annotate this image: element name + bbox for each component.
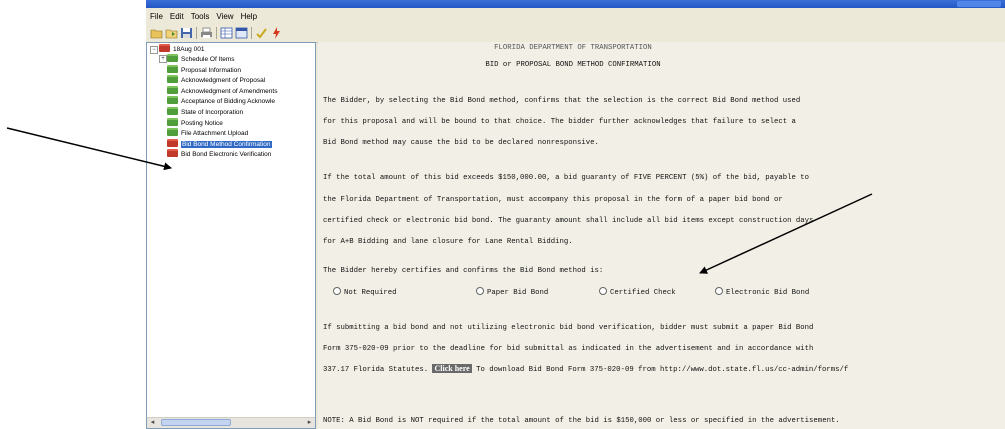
check-icon[interactable]: [255, 27, 268, 39]
folder-icon: [167, 117, 178, 126]
tree-item-label: Acknowledgment of Amendments: [181, 87, 278, 95]
radio-icon: [599, 287, 607, 295]
tree-item[interactable]: Bid Bond Method Confirmation: [167, 138, 272, 149]
tree-item-label: Posting Notice: [181, 119, 223, 127]
radio-electronic-bid-bond[interactable]: Electronic Bid Bond: [715, 287, 809, 297]
window-controls[interactable]: [957, 1, 1001, 7]
paragraph-line: The Bidder, by selecting the Bid Bond me…: [323, 97, 801, 105]
tree-item-label: Schedule Of Items: [181, 56, 235, 63]
scroll-left-icon[interactable]: ◂: [148, 419, 157, 427]
print-icon[interactable]: [200, 27, 213, 39]
grid-icon[interactable]: [220, 27, 233, 39]
folder-icon: [167, 138, 178, 147]
tree-item[interactable]: Acknowledgment of Proposal: [167, 75, 265, 85]
paragraph-line: for A+B Bidding and lane closure for Lan…: [323, 238, 573, 246]
folder-icon: [167, 96, 178, 105]
folder-icon: [167, 54, 178, 62]
folder-icon: [167, 64, 178, 73]
tree-item-label: Acceptance of Bidding Acknowle: [181, 98, 275, 106]
paragraph-line: If submitting a bid bond and not utilizi…: [323, 324, 814, 332]
radio-not-required[interactable]: Not Required: [333, 287, 397, 297]
folder-icon: [167, 85, 178, 94]
folder-icon: [167, 75, 178, 84]
list-icon[interactable]: [235, 27, 248, 39]
save-icon[interactable]: [180, 27, 193, 39]
paragraph-line: certified check or electronic bid bond. …: [323, 217, 814, 225]
radio-paper-bid-bond[interactable]: Paper Bid Bond: [476, 287, 548, 297]
menu-edit[interactable]: Edit: [166, 8, 187, 21]
tree-item-label: Proposal Information: [181, 66, 241, 74]
tree-item-label: Bid Bond Electronic Verification: [181, 151, 272, 159]
folder-icon[interactable]: [165, 27, 178, 39]
folder-icon: [167, 149, 178, 158]
paragraph-line: for this proposal and will be bound to t…: [323, 118, 796, 126]
navigation-tree: − 18Aug 001 + Schedule Of Items Proposal …: [146, 42, 316, 429]
tree-root[interactable]: 18Aug 001: [159, 44, 204, 54]
radio-icon: [715, 287, 723, 295]
expand-icon[interactable]: +: [159, 55, 167, 63]
click-here-link[interactable]: Click here: [432, 364, 472, 373]
tree-item-label: Bid Bond Method Confirmation: [181, 140, 272, 148]
menu-help[interactable]: Help: [237, 8, 260, 21]
lightning-icon[interactable]: [270, 27, 283, 39]
menu-view[interactable]: View: [212, 8, 236, 21]
application-window: File Edit Tools View Help − 18Aug 001 + Sche…: [146, 0, 1005, 429]
title-bar: [146, 0, 1005, 8]
radio-icon: [333, 287, 341, 295]
tree-root-label: 18Aug 001: [173, 46, 205, 53]
tree-horizontal-scrollbar[interactable]: ◂ ▸: [147, 417, 315, 428]
paragraph-line: 337.17 Florida Statutes. Click here To d…: [323, 364, 849, 374]
menu-file[interactable]: File: [146, 8, 166, 21]
note-text: NOTE: A Bid Bond is NOT required if the …: [323, 417, 840, 425]
tree-item[interactable]: Schedule Of Items: [167, 54, 234, 64]
tree-item[interactable]: Posting Notice: [167, 117, 223, 128]
folder-icon: [167, 128, 178, 137]
doc-title: BID or PROPOSAL BOND METHOD CONFIRMATION: [485, 61, 661, 69]
paragraph-line: the Florida Department of Transportation…: [323, 196, 783, 204]
scroll-right-icon[interactable]: ▸: [305, 419, 314, 427]
paragraph-line: Bid Bond method may cause the bid to be …: [323, 139, 599, 147]
certify-text: The Bidder hereby certifies and confirms…: [323, 267, 604, 275]
collapse-icon[interactable]: −: [150, 46, 158, 54]
tree-item[interactable]: Acceptance of Bidding Acknowle: [167, 96, 275, 106]
tree-item[interactable]: State of Incorporation: [167, 107, 243, 117]
tree-item-label: Acknowledgment of Proposal: [181, 77, 266, 85]
toolbar: [146, 25, 1005, 43]
tree-item[interactable]: Bid Bond Electronic Verification: [167, 149, 271, 159]
tree-item[interactable]: Proposal Information: [167, 64, 241, 75]
document-panel: FLORIDA DEPARTMENT OF TRANSPORTATION BID…: [318, 42, 1005, 429]
tree-item[interactable]: Acknowledgment of Amendments: [167, 85, 278, 96]
paragraph-line: Form 375-020-09 prior to the deadline fo…: [323, 345, 814, 353]
folder-icon: [159, 44, 170, 52]
open-folder-icon[interactable]: [150, 27, 163, 39]
tree-item[interactable]: File Attachment Upload: [167, 128, 248, 138]
folder-icon: [167, 107, 178, 115]
radio-icon: [476, 287, 484, 295]
radio-certified-check[interactable]: Certified Check: [599, 287, 676, 297]
scroll-thumb[interactable]: [161, 419, 231, 426]
doc-header: FLORIDA DEPARTMENT OF TRANSPORTATION: [494, 44, 652, 52]
tree-item-label: State of Incorporation: [181, 109, 244, 116]
paragraph-line: If the total amount of this bid exceeds …: [323, 174, 810, 182]
menu-tools[interactable]: Tools: [187, 8, 213, 21]
tree-item-label: File Attachment Upload: [181, 130, 249, 138]
menu-bar: File Edit Tools View Help: [146, 8, 1005, 25]
